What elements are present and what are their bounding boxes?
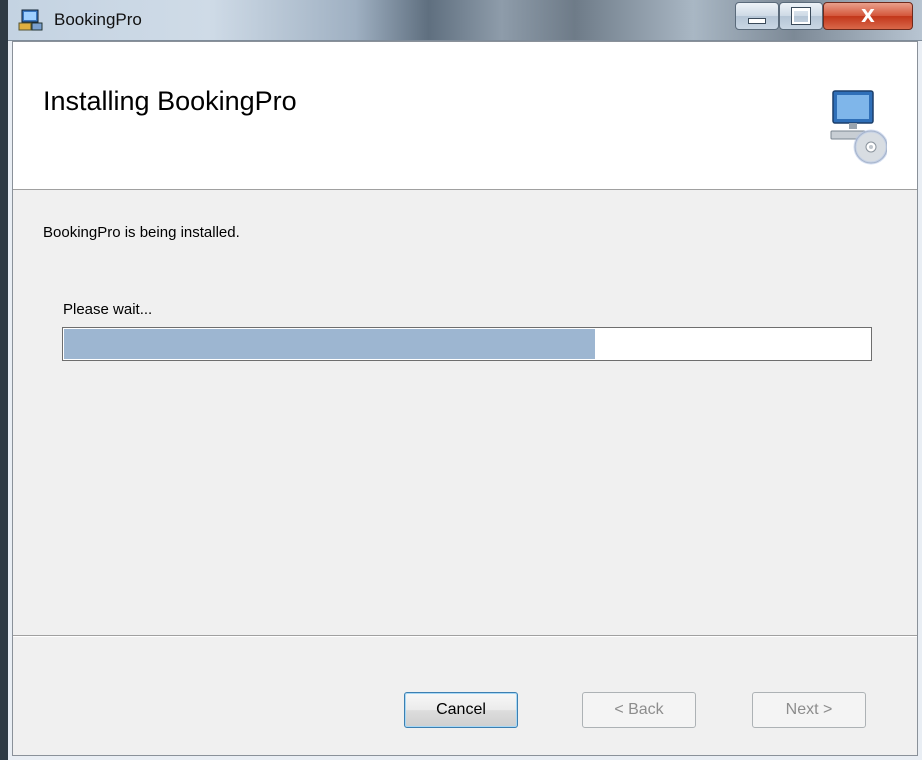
progress-bar-fill [64, 329, 596, 359]
maximize-button[interactable] [779, 2, 823, 30]
page-title: Installing BookingPro [43, 86, 297, 116]
install-status-text: BookingPro is being installed. [43, 224, 240, 241]
setup-computer-cd-icon [830, 90, 887, 165]
footer-divider [13, 635, 917, 637]
dialog-client-area: Installing BookingPro BookingPro is bein… [12, 41, 918, 756]
minimize-icon [748, 18, 766, 24]
installer-app-icon [18, 9, 43, 31]
close-button[interactable]: X [823, 2, 913, 30]
progress-label: Please wait... [63, 301, 153, 318]
window-title: BookingPro [54, 10, 142, 29]
cancel-button[interactable]: Cancel [404, 692, 518, 728]
header-banner: Installing BookingPro [13, 42, 917, 190]
next-button[interactable]: Next > [752, 692, 866, 728]
minimize-button[interactable] [735, 2, 779, 30]
close-icon: X [861, 5, 875, 27]
title-bar[interactable]: BookingPro X [8, 0, 922, 41]
install-progress-bar [62, 327, 872, 361]
back-button[interactable]: < Back [582, 692, 696, 728]
installer-window: BookingPro X Installing BookingPro Booki… [8, 0, 922, 760]
maximize-icon [791, 7, 811, 25]
